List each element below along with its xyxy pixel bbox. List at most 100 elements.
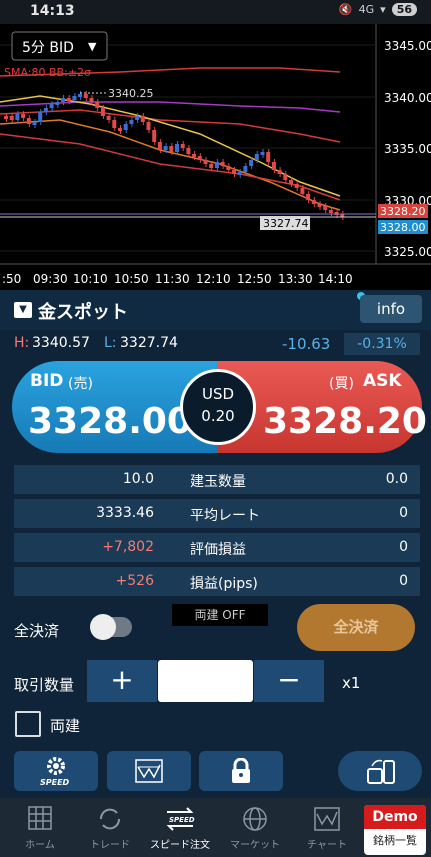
all-close-button[interactable]: 全決済 (297, 604, 415, 651)
time-tick: 09:30 (33, 272, 68, 286)
candle-body (118, 128, 122, 131)
bid-label: BID (30, 371, 64, 391)
bid-price: 3328.00 (28, 401, 192, 442)
candle-body (78, 94, 83, 97)
candle-body (203, 160, 208, 164)
status-icons: 🔇 4G ▾ 56 (339, 3, 417, 16)
candle-body (311, 200, 316, 204)
candle-body (175, 144, 179, 152)
nav-speed-order[interactable]: SPEED スピード注文 (145, 800, 215, 855)
table-row: +7,802 評価損益 0 (14, 533, 420, 562)
candle-body (123, 124, 128, 130)
refresh-icon (99, 808, 121, 830)
chart-icon (135, 759, 163, 783)
svg-text:SPEED: SPEED (169, 816, 195, 824)
ask-tag-label: 3328.20 (380, 205, 426, 218)
candle-body (226, 166, 231, 170)
price-chart[interactable]: 3345.003340.003335.003330.003325.00 :50 0… (0, 24, 431, 290)
price-tick: 3345.00 (384, 39, 431, 53)
candle-body (271, 162, 276, 170)
candle-body (266, 152, 271, 162)
candle-body (306, 194, 311, 200)
nav-home[interactable]: ホーム (5, 800, 75, 855)
candle-body (49, 104, 54, 108)
candle-body (220, 162, 225, 166)
toggle-knob[interactable] (90, 614, 116, 640)
low-value: 3327.74 (120, 335, 178, 351)
grid-icon (28, 806, 52, 830)
candle-body (21, 114, 26, 118)
unrealized-pnl-right: 0 (399, 539, 408, 555)
speed-order-icon: SPEED (166, 807, 195, 831)
nav-home-label: ホーム (25, 840, 55, 851)
nav-trade[interactable]: トレード (75, 800, 145, 855)
low-label: 3327.74 (263, 217, 309, 230)
lock-button[interactable] (199, 751, 283, 791)
demo-symbol-list-button[interactable]: Demo 銘柄一覧 (364, 805, 426, 855)
ryoken-checkbox[interactable] (15, 711, 41, 737)
ask-label: ASK (363, 371, 402, 391)
wifi-icon: ▾ (380, 3, 386, 16)
table-row: 3333.46 平均レート 0 (14, 499, 420, 528)
candle-body (9, 116, 14, 120)
time-tick: 10:50 (114, 272, 149, 286)
status-time: 14:13 (30, 3, 75, 19)
candle-body (43, 108, 48, 112)
candle-body (317, 204, 322, 207)
qty-input[interactable] (158, 660, 253, 702)
time-tick: 11:30 (155, 272, 190, 286)
qty-minus-button[interactable]: − (254, 660, 324, 702)
candle-body (61, 98, 65, 102)
candle-body (283, 174, 288, 180)
time-tick: 10:10 (73, 272, 108, 286)
candle-body (26, 118, 31, 124)
candle-body (146, 122, 151, 130)
candle-body (180, 144, 185, 148)
speed-settings-button[interactable]: SPEED (14, 751, 98, 791)
candle-body (15, 114, 20, 120)
candle-body (89, 98, 94, 102)
rotate-screen-button[interactable] (338, 751, 422, 791)
candle-body (106, 116, 111, 120)
candle-body (192, 154, 197, 157)
bid-sub: (売) (68, 376, 93, 392)
symbol-dropdown-icon[interactable]: ▼ (14, 302, 32, 318)
candle-body (157, 142, 162, 150)
bid-tag-label: 3328.00 (380, 221, 426, 234)
unrealized-pnl-left: +7,802 (102, 539, 154, 555)
avg-rate-right: 0 (399, 505, 408, 521)
nav-speed-label: スピード注文 (150, 840, 210, 851)
symbol-title[interactable]: 金スポット (38, 298, 128, 324)
change-value: -10.63 (282, 335, 331, 353)
candle-body (55, 102, 60, 105)
table-row: 10.0 建玉数量 0.0 (14, 465, 420, 494)
time-tick: 12:10 (196, 272, 231, 286)
ask-price: 3328.20 (263, 401, 427, 442)
ryoken-status: 両建 OFF (172, 604, 268, 626)
candle-body (152, 130, 157, 142)
candle-body (100, 108, 105, 116)
position-qty-left: 10.0 (122, 471, 154, 487)
nav-chart[interactable]: チャート (292, 800, 362, 855)
candle-body (112, 120, 117, 128)
candle-body (277, 170, 282, 174)
spread-badge: USD 0.20 (180, 369, 256, 445)
nav-market-label: マーケット (230, 840, 280, 851)
position-qty-label: 建玉数量 (190, 474, 246, 490)
candle-body (323, 206, 328, 210)
rotate-icon (367, 759, 395, 784)
chart-mode-button[interactable] (107, 751, 191, 791)
multiplier-label[interactable]: x1 (342, 674, 360, 692)
info-button[interactable]: info (360, 295, 422, 323)
candle-body (254, 154, 259, 160)
nav-market[interactable]: マーケット (220, 800, 290, 855)
signal-label: 4G (358, 3, 375, 16)
change-pct: -0.31% (344, 333, 420, 355)
all-close-label: 全決済 (14, 622, 60, 640)
chart-nav-icon (314, 807, 340, 831)
pips-left: +526 (115, 573, 154, 589)
high-value: 3340.57 (32, 335, 90, 351)
candle-body (163, 146, 168, 150)
candle-body (209, 164, 214, 168)
qty-plus-button[interactable]: + (87, 660, 157, 702)
